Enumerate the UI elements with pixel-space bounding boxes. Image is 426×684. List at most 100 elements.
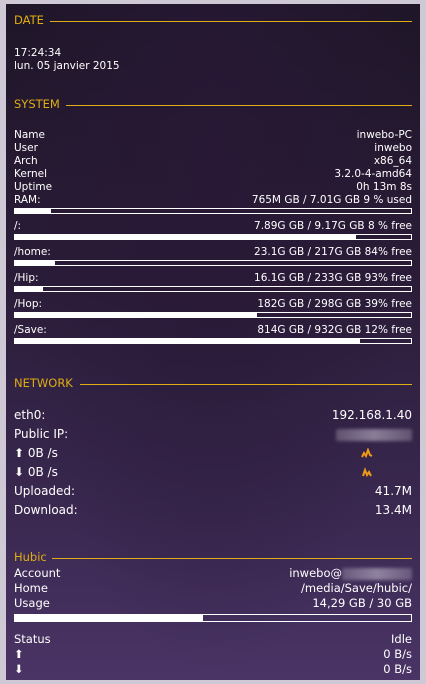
info-label: Name <box>14 129 45 141</box>
date-header: DATE <box>14 13 412 29</box>
disk-usage-bar-fill <box>15 339 360 343</box>
hubic-upload-row: ⬆ 0 B/s <box>14 647 412 662</box>
disk-usage-bar-fill <box>15 287 43 291</box>
info-value: inwebo-PC <box>356 129 412 141</box>
disk-usage-bar <box>14 286 412 292</box>
disk-row: /Hip: 16.1G GB / 233G GB 93% free <box>14 272 412 285</box>
status-row: Status Idle <box>14 632 412 647</box>
clock-date: lun. 05 janvier 2015 <box>14 60 120 72</box>
section-title: NETWORK <box>14 376 73 390</box>
download-label: Download: <box>14 503 78 517</box>
hubic-section: Hubic Account inwebo@ Home /media/Save/h… <box>14 550 412 677</box>
network-header: NETWORK <box>14 376 412 392</box>
section-divider <box>80 384 412 385</box>
upload-speed-row: ⬆ 0B /s <box>14 444 412 463</box>
disk-mount-label: /Hip: <box>14 272 39 284</box>
usage-label: Usage <box>14 596 50 610</box>
disk-entry: /: 7.89G GB / 9.17G GB 8 % free <box>14 220 412 240</box>
disk-entry: /Hop: 182G GB / 298G GB 39% free <box>14 298 412 318</box>
download-row: Download: 13.4M <box>14 501 412 520</box>
clock-time: 17:24:34 <box>14 47 62 59</box>
disk-usage-bar <box>14 260 412 266</box>
uploaded-label: Uploaded: <box>14 484 76 498</box>
account-label: Account <box>14 566 61 580</box>
upload-arrow-icon: ⬆ <box>14 647 24 661</box>
download-graph-icon <box>362 467 372 477</box>
usage-bar-fill <box>15 615 204 621</box>
ram-bar <box>14 208 412 214</box>
system-header: SYSTEM <box>14 97 412 113</box>
section-title: DATE <box>14 13 44 27</box>
disk-mount-label: /: <box>14 220 22 232</box>
disk-row: /home: 23.1G GB / 217G GB 84% free <box>14 246 412 259</box>
conky-panel: DATE 17:24:34 lun. 05 janvier 2015 SYSTE… <box>6 4 420 680</box>
disk-usage-bar-fill <box>15 313 257 317</box>
system-info-list: Name inwebo-PC User inwebo Arch x86_64 Kernel 3… <box>14 129 412 194</box>
network-section: NETWORK eth0: 192.168.1.40 Public IP: ⬆ … <box>14 376 412 520</box>
disk-usage-value: 23.1G GB / 217G GB 84% free <box>254 246 412 258</box>
status-value: Idle <box>391 632 412 646</box>
ram-row: RAM: 765M GB / 7.01G GB 9 % used <box>14 194 412 207</box>
home-row: Home /media/Save/hubic/ <box>14 581 412 596</box>
disk-mount-label: /Hop: <box>14 298 43 310</box>
section-title: Hubic <box>14 550 47 564</box>
interface-ip: 192.168.1.40 <box>331 408 412 422</box>
hubic-download-row: ⬇ 0 B/s <box>14 662 412 677</box>
disk-row: /Hop: 182G GB / 298G GB 39% free <box>14 298 412 311</box>
section-divider <box>50 21 412 22</box>
hubic-download-value: 0 B/s <box>383 662 412 676</box>
usage-row: Usage 14,29 GB / 30 GB <box>14 596 412 611</box>
usage-bar <box>14 614 412 622</box>
disk-mount-label: /Save: <box>14 324 47 336</box>
info-label: Arch <box>14 155 38 167</box>
download-speed-label: ⬇ 0B /s <box>14 465 58 479</box>
disk-list: /: 7.89G GB / 9.17G GB 8 % free/home: 23.1… <box>14 220 412 344</box>
info-value: 0h 13m 8s <box>356 181 412 193</box>
account-row: Account inwebo@ <box>14 566 412 581</box>
ram-bar-fill <box>15 209 51 213</box>
section-divider <box>66 105 412 106</box>
info-value: inwebo <box>374 142 412 154</box>
public-ip-row: Public IP: <box>14 425 412 444</box>
section-divider <box>52 558 412 559</box>
uploaded-row: Uploaded: 41.7M <box>14 482 412 501</box>
hubic-header: Hubic <box>14 550 412 566</box>
download-value: 13.4M <box>374 503 412 517</box>
ram-value: 765M GB / 7.01G GB 9 % used <box>251 194 412 206</box>
uploaded-value: 41.7M <box>374 484 412 498</box>
account-value: inwebo@ <box>289 566 412 581</box>
info-label: Uptime <box>14 181 53 193</box>
disk-entry: /home: 23.1G GB / 217G GB 84% free <box>14 246 412 266</box>
disk-usage-bar <box>14 234 412 240</box>
disk-usage-bar <box>14 312 412 318</box>
download-arrow-icon: ⬇ <box>14 662 24 676</box>
disk-entry: /Save: 814G GB / 932G GB 12% free <box>14 324 412 344</box>
disk-row: /Save: 814G GB / 932G GB 12% free <box>14 324 412 337</box>
home-label: Home <box>14 581 48 595</box>
info-label: Kernel <box>14 168 47 180</box>
home-value: /media/Save/hubic/ <box>301 581 412 595</box>
system-info-row: User inwebo <box>14 142 412 155</box>
system-info-row: Arch x86_64 <box>14 155 412 168</box>
disk-usage-bar-fill <box>15 235 356 239</box>
download-speed-row: ⬇ 0B /s <box>14 463 412 482</box>
disk-usage-bar <box>14 338 412 344</box>
upload-speed-label: ⬆ 0B /s <box>14 446 58 460</box>
disk-mount-label: /home: <box>14 246 51 258</box>
hubic-upload-value: 0 B/s <box>383 647 412 661</box>
interface-label: eth0: <box>14 408 46 422</box>
disk-entry: /Hip: 16.1G GB / 233G GB 93% free <box>14 272 412 292</box>
public-ip-redacted <box>336 425 412 444</box>
disk-usage-value: 16.1G GB / 233G GB 93% free <box>254 272 412 284</box>
info-value: x86_64 <box>373 155 412 167</box>
disk-usage-value: 814G GB / 932G GB 12% free <box>257 324 412 336</box>
disk-row: /: 7.89G GB / 9.17G GB 8 % free <box>14 220 412 233</box>
system-info-row: Kernel 3.2.0-4-amd64 <box>14 168 412 181</box>
disk-usage-value: 182G GB / 298G GB 39% free <box>257 298 412 310</box>
date-section: DATE 17:24:34 lun. 05 janvier 2015 <box>14 13 412 73</box>
disk-usage-value: 7.89G GB / 9.17G GB 8 % free <box>254 220 412 232</box>
system-info-row: Name inwebo-PC <box>14 129 412 142</box>
status-label: Status <box>14 632 51 646</box>
info-label: User <box>14 142 38 154</box>
public-ip-label: Public IP: <box>14 427 69 441</box>
